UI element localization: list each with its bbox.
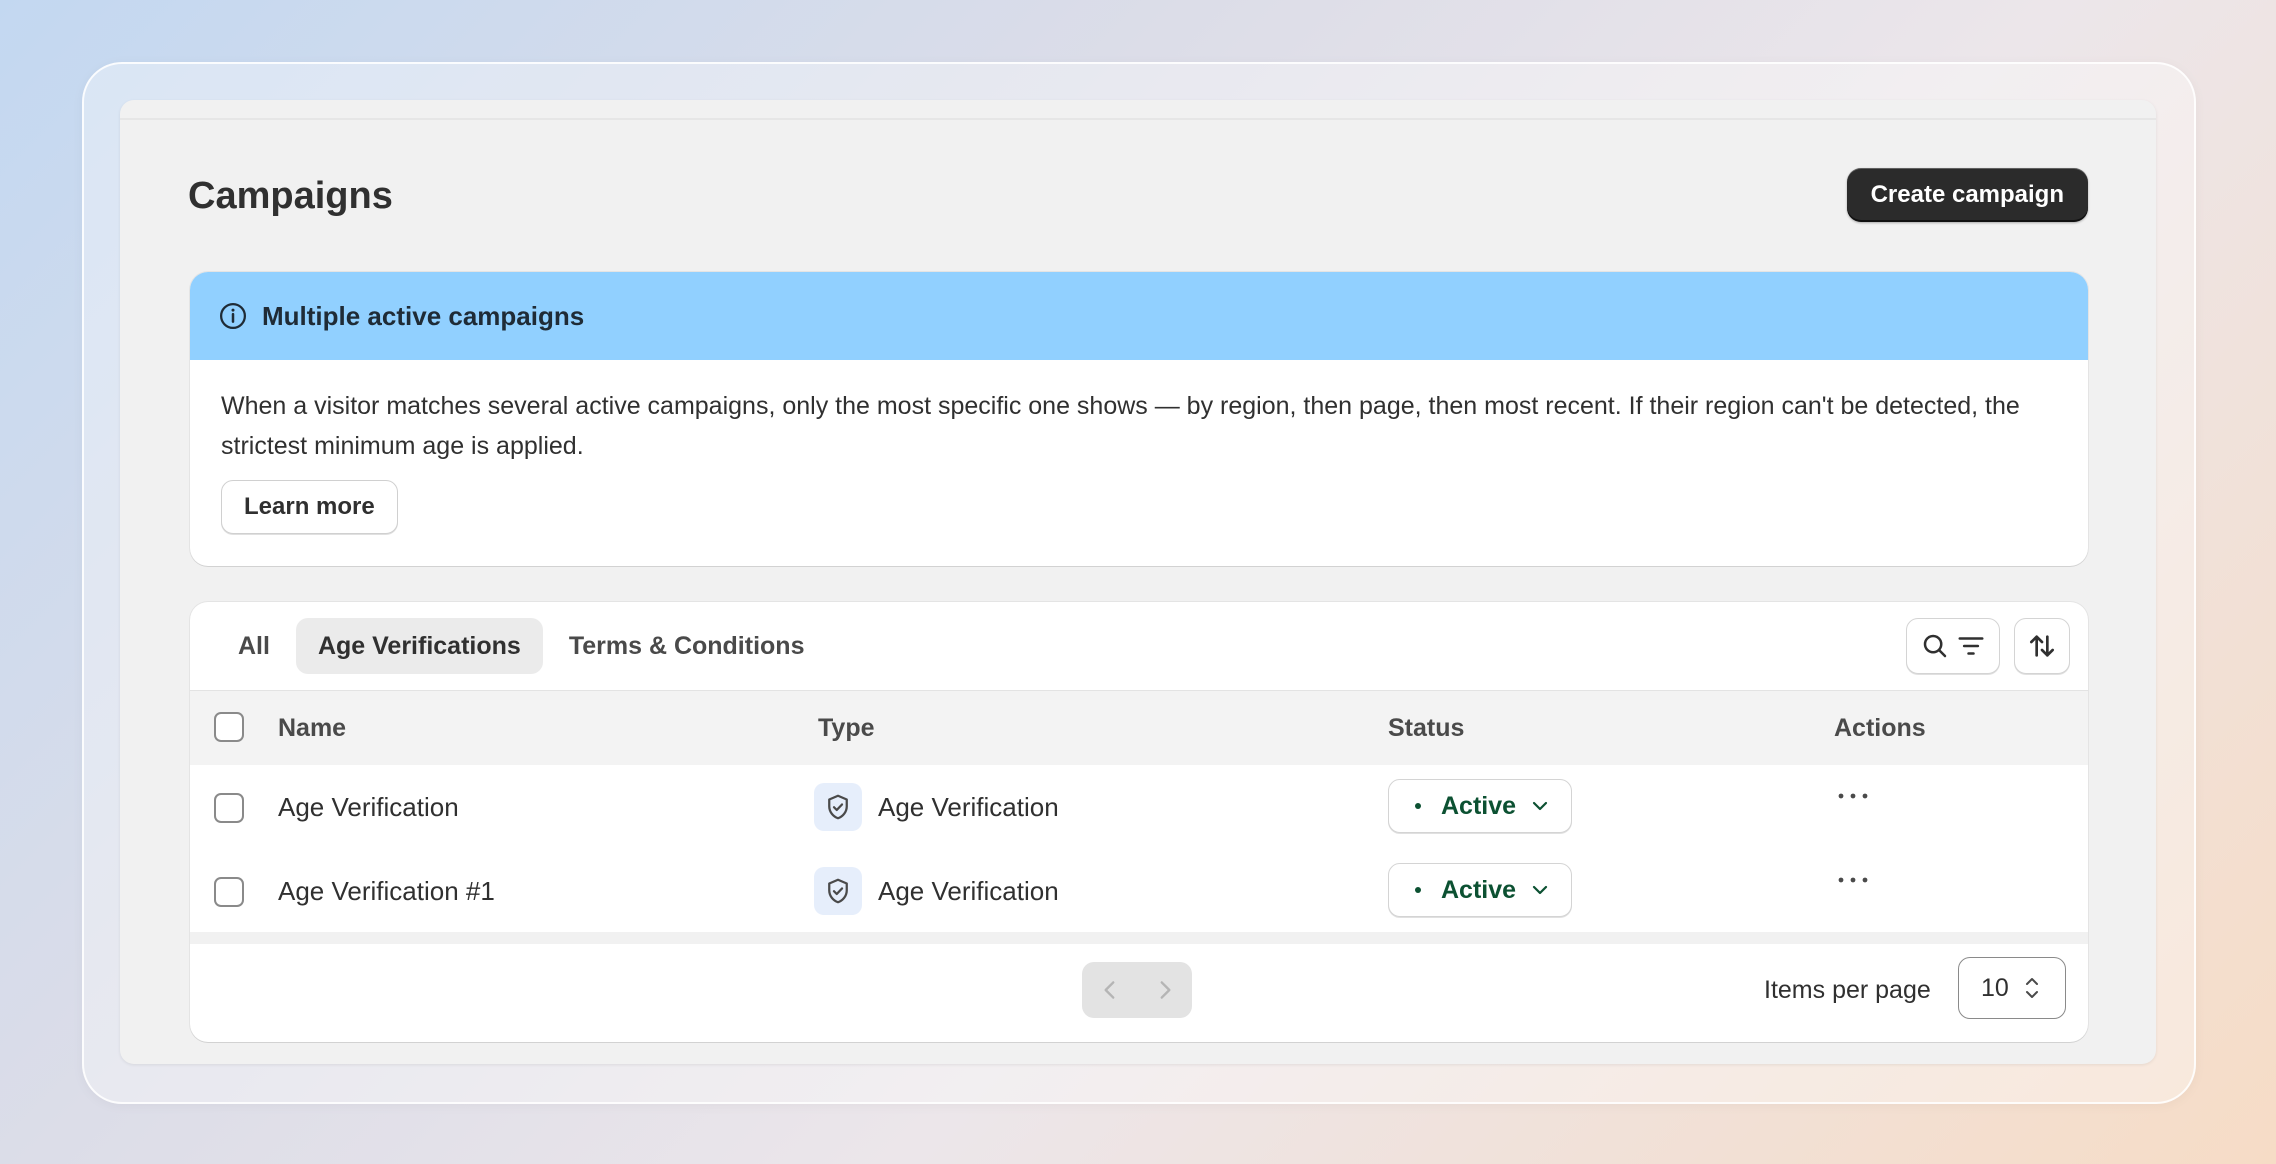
campaigns-table-card: All Age Verifications Terms & Conditions <box>190 602 2088 1042</box>
learn-more-button[interactable]: Learn more <box>221 480 398 534</box>
status-dot <box>1415 887 1421 893</box>
table-row[interactable]: Age Verification #1 Age Verification Act… <box>190 849 2088 934</box>
chevron-left-icon <box>1103 981 1114 999</box>
info-banner: Multiple active campaigns When a visitor… <box>190 272 2088 566</box>
chevron-right-icon <box>1160 981 1171 999</box>
filter-icon <box>1958 637 1984 655</box>
campaign-name: Age Verification <box>278 792 459 822</box>
search-icon <box>1923 634 1947 658</box>
page-title: Campaigns <box>188 175 393 217</box>
tab-all[interactable]: All <box>216 618 292 674</box>
status-label: Active <box>1441 791 1517 820</box>
info-circle-icon <box>220 303 246 329</box>
banner-text: When a visitor matches several active ca… <box>221 392 2020 460</box>
search-filter-button[interactable] <box>1906 618 2000 674</box>
items-per-page-label: Items per page <box>1764 976 1931 1004</box>
type-icon-chip <box>814 867 862 915</box>
chevron-down-icon <box>1532 885 1548 895</box>
shield-check-icon <box>828 878 848 904</box>
column-header-status: Status <box>1388 714 1465 742</box>
row-checkbox[interactable] <box>214 877 244 907</box>
items-per-page-select[interactable]: 10 <box>1958 957 2066 1019</box>
items-per-page-value: 10 <box>1981 973 2009 1002</box>
pagination <box>1082 962 1192 1018</box>
campaign-type: Age Verification <box>878 792 1059 822</box>
column-header-type: Type <box>818 714 875 742</box>
campaign-name: Age Verification #1 <box>278 876 495 906</box>
status-label: Active <box>1441 875 1517 904</box>
more-horizontal-icon[interactable] <box>1836 873 1870 887</box>
column-header-name: Name <box>278 714 347 742</box>
more-horizontal-icon[interactable] <box>1836 789 1870 803</box>
app-window: Campaigns Create campaign Multiple activ… <box>120 100 2156 1064</box>
banner-header: Multiple active campaigns <box>190 272 2088 360</box>
chevron-down-icon <box>1532 801 1548 811</box>
filter-tabs: All Age Verifications Terms & Conditions <box>216 618 826 674</box>
column-header-actions: Actions <box>1834 714 1926 742</box>
campaign-type: Age Verification <box>878 876 1059 906</box>
scroll-gap <box>190 932 2088 944</box>
create-campaign-button[interactable]: Create campaign <box>1846 168 2088 222</box>
banner-title: Multiple active campaigns <box>262 300 585 331</box>
table-row[interactable]: Age Verification Age Verification Active <box>190 765 2088 850</box>
status-dot <box>1415 803 1421 809</box>
chevron-up-down-icon <box>2025 978 2038 998</box>
table-header: Name Type Status Actions <box>190 690 2088 766</box>
shield-check-icon <box>828 794 848 820</box>
select-all-checkbox[interactable] <box>214 712 244 742</box>
banner-body: When a visitor matches several active ca… <box>190 360 2088 534</box>
sort-arrows-icon <box>2030 635 2054 657</box>
status-dropdown[interactable]: Active <box>1388 863 1572 917</box>
tab-age-verifications[interactable]: Age Verifications <box>295 618 543 674</box>
next-page-button[interactable] <box>1152 977 1178 1003</box>
status-dropdown[interactable]: Active <box>1388 779 1572 833</box>
sort-button[interactable] <box>2014 618 2070 674</box>
type-icon-chip <box>814 783 862 831</box>
row-checkbox[interactable] <box>214 793 244 823</box>
tab-terms-conditions[interactable]: Terms & Conditions <box>547 618 827 674</box>
top-divider <box>120 118 2156 120</box>
prev-page-button[interactable] <box>1097 977 1123 1003</box>
